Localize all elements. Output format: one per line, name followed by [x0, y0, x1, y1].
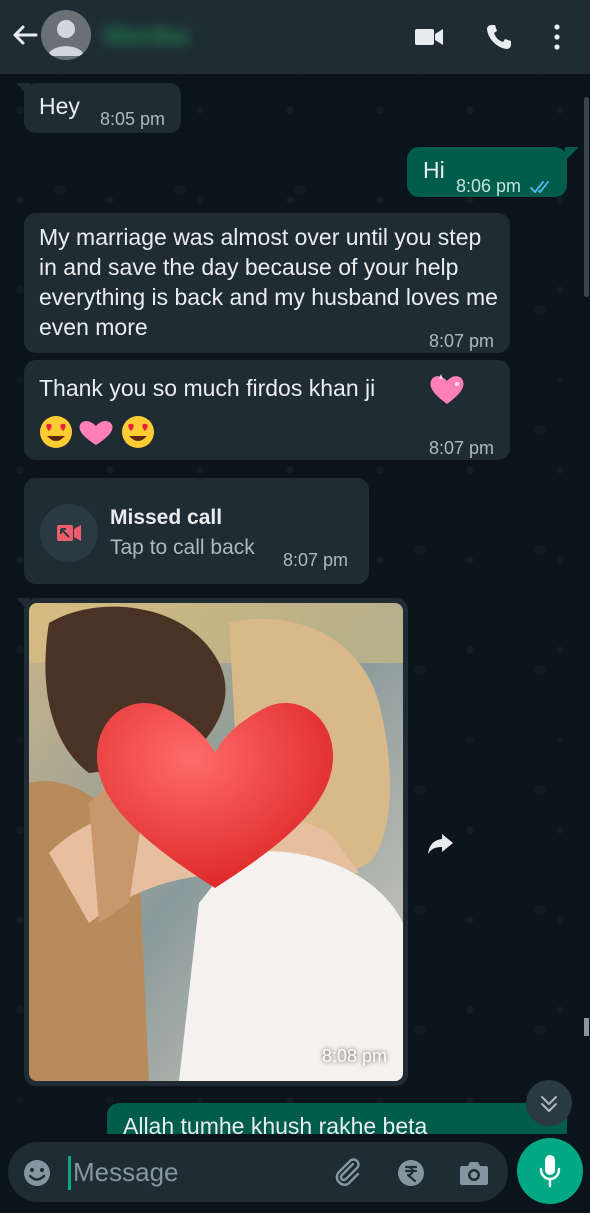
text-cursor — [68, 1156, 71, 1190]
message-outgoing[interactable]: Hi 8:06 pm — [407, 147, 567, 197]
message-input-container[interactable] — [8, 1142, 508, 1202]
message-text: Thank you so much firdos khan ji — [39, 375, 376, 401]
video-call-icon[interactable] — [414, 22, 444, 52]
message-text: Hi — [423, 157, 445, 183]
missed-video-call-icon — [40, 504, 98, 562]
rupee-payment-icon[interactable] — [396, 1158, 426, 1188]
double-tick-icon — [530, 172, 554, 194]
message-input[interactable] — [73, 1150, 323, 1194]
scroll-to-bottom-button[interactable] — [526, 1080, 572, 1126]
emoji-row — [38, 414, 158, 450]
shared-photo[interactable]: 8:08 pm — [29, 603, 403, 1081]
more-options-icon[interactable] — [546, 22, 576, 52]
forward-icon[interactable] — [426, 831, 456, 857]
avatar[interactable] — [41, 10, 91, 60]
missed-call-title: Missed call — [110, 506, 223, 529]
camera-icon[interactable] — [458, 1158, 490, 1188]
sparkling-heart-icon — [427, 370, 467, 408]
message-time: 8:06 pm — [456, 176, 522, 196]
message-time: 8:05 pm — [100, 109, 166, 129]
image-message[interactable]: 8:08 pm — [24, 598, 408, 1086]
message-time: 8:07 pm — [429, 331, 495, 351]
scrollbar-marker — [584, 1018, 589, 1036]
message-incoming[interactable]: Hey 8:05 pm — [24, 83, 181, 133]
message-incoming[interactable]: My marriage was almost over until you st… — [24, 213, 510, 353]
bubble-tail — [565, 147, 579, 161]
message-text: My marriage was almost over until you st… — [39, 224, 498, 340]
missed-call-subtitle[interactable]: Tap to call back — [110, 533, 255, 563]
missed-call-message[interactable]: Missed call Tap to call back 8:07 pm — [24, 478, 369, 584]
phone-icon[interactable] — [484, 22, 514, 52]
message-composer — [0, 1134, 590, 1213]
attachment-icon[interactable] — [333, 1157, 363, 1187]
chat-header: Monika — [0, 0, 590, 74]
contact-name[interactable]: Monika — [104, 20, 224, 50]
back-arrow-icon[interactable] — [10, 20, 40, 50]
message-time: 8:07 pm — [429, 438, 495, 458]
emoji-icon[interactable] — [22, 1158, 52, 1188]
message-time: 8:08 pm — [321, 1046, 387, 1066]
scrollbar-thumb[interactable] — [584, 97, 589, 297]
message-incoming[interactable]: Thank you so much firdos khan ji 8:07 pm — [24, 360, 510, 460]
voice-record-button[interactable] — [517, 1138, 583, 1204]
microphone-icon — [538, 1154, 562, 1188]
message-text: Hey — [39, 93, 80, 119]
message-time: 8:07 pm — [283, 550, 349, 570]
